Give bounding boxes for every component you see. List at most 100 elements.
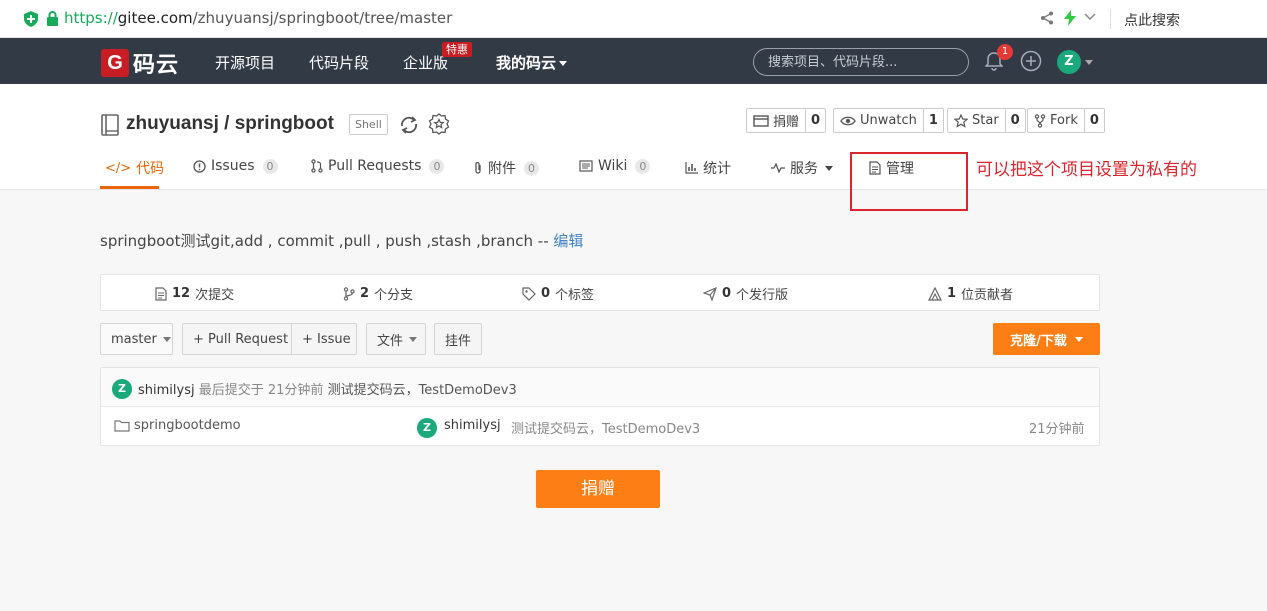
url-scheme: https:// (64, 9, 118, 27)
folder-icon (114, 420, 130, 432)
caret-down-icon (1074, 336, 1083, 342)
tab-issues-label: Issues (211, 158, 255, 174)
contributors-label: 位贡献者 (961, 288, 1014, 303)
branch-select-label: master (111, 331, 157, 347)
commit-author-avatar[interactable]: Z (112, 379, 132, 399)
donate-header-button[interactable]: 捐赠 0 (746, 108, 827, 133)
tab-issues[interactable]: Issues 0 (193, 158, 278, 174)
notification-badge: 1 (997, 44, 1013, 60)
fork-icon (1034, 113, 1046, 128)
contributors-count: 1 (947, 286, 957, 301)
browser-address-bar: https://gitee.com/zhuyuansj/springboot/t… (0, 0, 1267, 38)
caret-down-icon[interactable] (1085, 60, 1093, 65)
branch-icon (343, 286, 355, 301)
annotation-highlight-box (850, 152, 968, 211)
star-button[interactable]: Star 0 (947, 108, 1026, 133)
divider (1110, 9, 1111, 29)
stat-tags[interactable]: 0 个标签 (522, 284, 594, 303)
user-avatar[interactable]: Z (1057, 50, 1081, 74)
tab-wiki-label: Wiki (598, 158, 628, 174)
clone-label: 克隆/下载 (1010, 333, 1067, 349)
project-title[interactable]: zhuyuansj / springboot (126, 113, 334, 135)
book-icon (579, 160, 593, 172)
file-commit-message[interactable]: 测试提交码云，TestDemoDev3 (511, 418, 700, 437)
tab-pr-label: Pull Requests (328, 158, 422, 174)
file-commit-avatar[interactable]: Z (417, 418, 437, 438)
releases-count: 0 (722, 286, 732, 301)
promo-badge: 特惠 (442, 42, 472, 57)
stat-releases[interactable]: 0 个发行版 (703, 284, 788, 303)
share-icon[interactable] (1040, 11, 1054, 25)
lightning-icon[interactable] (1064, 10, 1076, 26)
watch-count[interactable]: 1 (922, 109, 943, 132)
tab-attachments[interactable]: 附件 0 (473, 158, 539, 178)
wiki-count: 0 (635, 158, 651, 174)
stat-contributors[interactable]: 1 位贡献者 (928, 284, 1013, 303)
bar-chart-icon (685, 162, 698, 174)
plus-circle-icon[interactable] (1020, 50, 1042, 72)
lock-icon (46, 11, 59, 26)
nav-open-source[interactable]: 开源项目 (215, 52, 275, 73)
repo-stats-bar: 12 次提交 2 个分支 0 个标签 0 个发行版 1 位贡献者 (100, 274, 1100, 311)
language-tag: Shell (349, 114, 388, 135)
star-count[interactable]: 0 (1004, 109, 1025, 132)
tags-count: 0 (541, 286, 551, 301)
quick-search-link[interactable]: 点此搜索 (1124, 10, 1180, 30)
edit-description-link[interactable]: 编辑 (553, 232, 583, 250)
issue-icon (193, 159, 206, 173)
url-path: /zhuyuansj/springboot/tree/master (192, 9, 453, 27)
tab-statistics[interactable]: 统计 (685, 158, 731, 178)
donate-label: 捐赠 (773, 115, 800, 130)
stat-branches[interactable]: 2 个分支 (343, 284, 413, 303)
tab-services-label: 服务 (790, 161, 818, 177)
donate-count[interactable]: 0 (805, 109, 825, 132)
gitee-logo[interactable]: G 码云 (101, 47, 179, 79)
file-menu-label: 文件 (377, 333, 404, 349)
nav-my-gitee[interactable]: 我的码云 (496, 52, 568, 73)
fork-count[interactable]: 0 (1083, 109, 1104, 132)
unwatch-label: Unwatch (860, 113, 917, 128)
new-issue-button[interactable]: + Issue (291, 323, 357, 355)
code-icon: </> (105, 160, 132, 176)
commit-message[interactable]: 测试提交码云，TestDemoDev3 (328, 383, 517, 398)
caret-down-icon (162, 336, 171, 342)
pr-count: 0 (429, 158, 445, 174)
commit-author[interactable]: shimilysj (138, 383, 195, 398)
file-commit-author[interactable]: shimilysj (444, 418, 501, 433)
shield-icon[interactable] (24, 11, 38, 27)
branches-label: 个分支 (374, 288, 414, 303)
repo-book-icon (101, 114, 119, 136)
file-row-name[interactable]: springbootdemo (114, 418, 241, 436)
award-icon[interactable] (428, 113, 450, 135)
tab-code[interactable]: </> 代码 (105, 158, 164, 178)
chevron-down-icon[interactable] (1084, 12, 1096, 22)
logo-text: 码云 (133, 53, 180, 78)
url-text[interactable]: https://gitee.com/zhuyuansj/springboot/t… (64, 9, 452, 27)
tab-services[interactable]: 服务 (771, 158, 833, 178)
star-icon (954, 113, 968, 128)
wallet-icon (753, 114, 769, 127)
search-input[interactable] (753, 48, 969, 76)
branch-select[interactable]: master (100, 323, 173, 355)
fork-button[interactable]: Fork 0 (1027, 108, 1105, 133)
pulse-icon (771, 163, 785, 173)
unwatch-button[interactable]: Unwatch 1 (833, 108, 944, 133)
new-pull-request-button[interactable]: + Pull Request (182, 323, 292, 355)
clone-download-button[interactable]: 克隆/下载 (993, 323, 1100, 355)
stat-commits[interactable]: 12 次提交 (155, 284, 234, 303)
sync-icon[interactable] (398, 114, 420, 136)
paperclip-icon (475, 161, 481, 174)
tab-wiki[interactable]: Wiki 0 (579, 158, 651, 174)
tab-pull-requests[interactable]: Pull Requests 0 (311, 158, 445, 174)
latest-commit-info: shimilysj 最后提交于 21分钟前 测试提交码云，TestDemoDev… (138, 379, 517, 398)
tab-code-label: 代码 (136, 161, 165, 177)
donate-button[interactable]: 捐赠 (536, 470, 660, 508)
file-menu[interactable]: 文件 (366, 323, 426, 355)
tags-label: 个标签 (555, 288, 595, 303)
commits-label: 次提交 (195, 288, 235, 303)
nav-snippets[interactable]: 代码片段 (309, 52, 369, 73)
commits-count: 12 (172, 286, 191, 301)
widget-button[interactable]: 挂件 (434, 323, 482, 355)
folder-name[interactable]: springbootdemo (134, 418, 241, 433)
star-label: Star (972, 113, 999, 128)
